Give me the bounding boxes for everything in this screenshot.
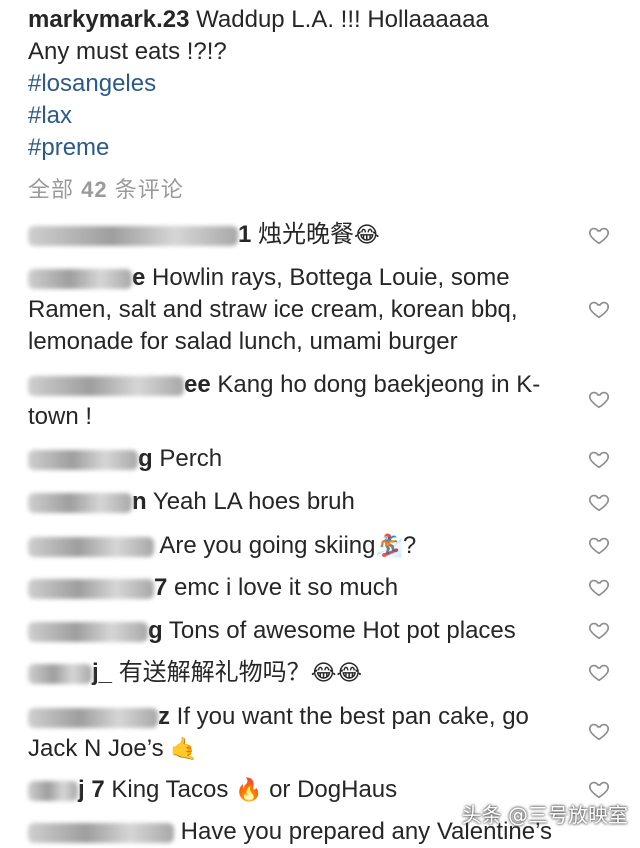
caption-line-2: Any must eats !?!? (28, 38, 227, 65)
comment-text: 烛光晚餐 (258, 221, 355, 248)
comment-username[interactable]: 1 (28, 221, 251, 248)
comment-text: Perch (159, 445, 223, 472)
comments-suffix: 条评论 (114, 177, 184, 202)
comment-username[interactable]: g (28, 617, 163, 644)
laughing-emoji-icon: 😂😂 (310, 661, 363, 686)
comment-row: 7 emc i love it so much (28, 572, 584, 604)
post-caption: markymark.23 Waddup L.A. !!! Hollaaaaaa … (28, 4, 628, 164)
comment-username[interactable] (28, 532, 154, 559)
comments-prefix: 全部 (28, 177, 75, 202)
comment-text: Are you going skiing (159, 532, 376, 559)
comment-text: King Tacos (111, 776, 229, 803)
like-heart-icon[interactable] (588, 534, 610, 556)
hashtag-losangeles[interactable]: #losangeles (28, 68, 628, 100)
like-heart-icon[interactable] (588, 224, 610, 246)
comment-row: ee Kang ho dong baekjeong in K-town ! (28, 369, 584, 433)
comment-text: 有送解解礼物吗？ (118, 659, 311, 686)
watermark: 头条 @三号放映室 (461, 803, 628, 827)
like-heart-icon[interactable] (588, 720, 610, 742)
caption-line-1: Waddup L.A. !!! Hollaaaaaa (196, 6, 489, 33)
snowboarder-emoji-icon: 🏂 (375, 534, 403, 559)
comment-username[interactable]: n (28, 488, 147, 515)
post-username[interactable]: markymark.23 (28, 6, 189, 33)
like-heart-icon[interactable] (588, 778, 610, 800)
like-heart-icon[interactable] (588, 448, 610, 470)
like-heart-icon[interactable] (588, 576, 610, 598)
comment-row: j_ 有送解解礼物吗？😂😂 (28, 657, 584, 690)
fire-emoji-icon: 🔥 (235, 778, 263, 803)
call-me-hand-emoji-icon: 🤙 (170, 737, 198, 762)
comment-text: Tons of awesome Hot pot places (168, 617, 516, 644)
comment-row: Are you going skiing🏂? (28, 530, 584, 563)
comment-username[interactable]: 7 (28, 574, 167, 601)
comment-row: z If you want the best pan cake, go Jack… (28, 701, 584, 766)
comment-username[interactable]: j_ (28, 659, 112, 686)
comment-row: g Perch (28, 443, 584, 475)
view-all-comments[interactable]: 全部 42 条评论 (28, 172, 184, 204)
comment-username[interactable]: j 7 (28, 776, 105, 803)
comment-row: n Yeah LA hoes bruh (28, 486, 584, 518)
like-heart-icon[interactable] (588, 491, 610, 513)
hashtag-lax[interactable]: #lax (28, 100, 628, 132)
comment-row: 1 烛光晚餐😂 (28, 219, 584, 252)
comment-text: emc i love it so much (174, 574, 399, 601)
comment-row: e Howlin rays, Bottega Louie, some Ramen… (28, 262, 584, 358)
comment-text: Yeah LA hoes bruh (152, 488, 355, 515)
comment-username[interactable]: ee (28, 371, 211, 398)
comment-username[interactable]: e (28, 264, 145, 291)
comment-username[interactable] (28, 818, 174, 845)
like-heart-icon[interactable] (588, 619, 610, 641)
comment-username[interactable]: g (28, 445, 153, 472)
comment-row: g Tons of awesome Hot pot places (28, 615, 584, 647)
comment-username[interactable]: z (28, 703, 170, 730)
like-heart-icon[interactable] (588, 388, 610, 410)
laughing-emoji-icon: 😂 (354, 223, 380, 248)
hashtag-preme[interactable]: #preme (28, 132, 628, 164)
comments-count: 42 (81, 177, 108, 202)
like-heart-icon[interactable] (588, 298, 610, 320)
like-heart-icon[interactable] (588, 661, 610, 683)
